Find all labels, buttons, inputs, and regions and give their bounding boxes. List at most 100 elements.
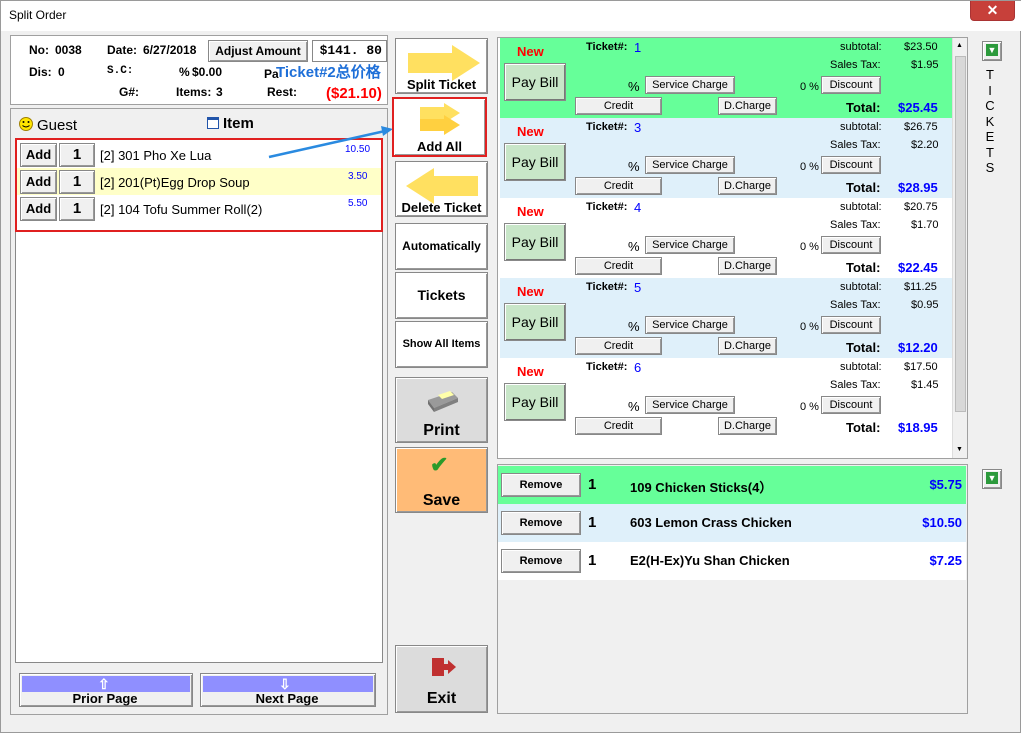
service-charge-button[interactable]: Service Charge xyxy=(645,316,735,334)
items-expand-button[interactable]: ▼ xyxy=(982,469,1002,489)
service-charge-button[interactable]: Service Charge xyxy=(645,76,735,94)
tickets-side-letter: T xyxy=(986,67,994,82)
delete-ticket-button[interactable]: Delete Ticket xyxy=(395,161,488,217)
pay-bill-button[interactable]: Pay Bill xyxy=(504,223,566,261)
total-label: Total: xyxy=(846,340,881,355)
credit-button[interactable]: Credit xyxy=(575,97,662,115)
ticket-number: 5 xyxy=(634,280,642,295)
ticket-card[interactable]: New Ticket#: 6 subtotal: $17.50 Sales Ta… xyxy=(500,358,952,438)
ticket-item-row[interactable]: Remove 1 603 Lemon Crass Chicken $10.50 xyxy=(498,504,966,542)
discount-button[interactable]: Discount xyxy=(821,236,881,254)
remove-button[interactable]: Remove xyxy=(501,511,581,535)
ticket-card[interactable]: New Ticket#: 5 subtotal: $11.25 Sales Ta… xyxy=(500,278,952,358)
dis-label: Dis: xyxy=(29,65,52,79)
tickets-button[interactable]: Tickets xyxy=(395,272,488,319)
tab-guest-label: Guest xyxy=(37,117,78,134)
guest-item-panel: Guest Item Add 1 [2] 301 Pho Xe Lua 10.5… xyxy=(10,108,388,715)
new-badge: New xyxy=(517,44,544,59)
service-charge-button[interactable]: Service Charge xyxy=(645,396,735,414)
new-badge: New xyxy=(517,204,544,219)
total-value: $28.95 xyxy=(898,180,938,195)
scroll-thumb[interactable] xyxy=(955,56,966,412)
pay-bill-button[interactable]: Pay Bill xyxy=(504,63,566,101)
sc-pct-label: % xyxy=(628,239,640,254)
ticket-card[interactable]: New Ticket#: 3 subtotal: $26.75 Sales Ta… xyxy=(500,118,952,198)
ticket-label: Ticket#: xyxy=(586,121,628,133)
dis-value: 0 xyxy=(58,65,65,79)
order-date: 6/27/2018 xyxy=(143,43,197,57)
print-label: Print xyxy=(423,422,460,439)
dcharge-button[interactable]: D.Charge xyxy=(718,417,777,435)
prior-page-button[interactable]: ⇧ Prior Page xyxy=(19,673,193,707)
discount-pct-label: 0 % xyxy=(800,81,819,93)
tax-value: $1.95 xyxy=(911,59,939,71)
add-all-label: Add All xyxy=(416,139,462,154)
order-amount: $141. 80 xyxy=(312,40,387,62)
tax-label: Sales Tax: xyxy=(830,219,881,231)
item-qty: 1 xyxy=(588,476,597,493)
items-count: 3 xyxy=(216,85,223,99)
credit-button[interactable]: Credit xyxy=(575,417,662,435)
print-button[interactable]: Print xyxy=(395,377,488,443)
tax-value: $0.95 xyxy=(911,299,939,311)
credit-button[interactable]: Credit xyxy=(575,257,662,275)
pay-bill-button[interactable]: Pay Bill xyxy=(504,383,566,421)
remove-button[interactable]: Remove xyxy=(501,549,581,573)
exit-button[interactable]: Exit xyxy=(395,645,488,713)
sc-pct-label: % xyxy=(628,159,640,174)
exit-label: Exit xyxy=(426,690,457,707)
discount-pct-label: 0 % xyxy=(800,401,819,413)
tickets-expand-button[interactable]: ▼ xyxy=(982,41,1002,61)
show-all-items-button[interactable]: Show All Items xyxy=(395,321,488,368)
item-price: $7.25 xyxy=(929,553,962,568)
item-name: 109 Chicken Sticks(4） xyxy=(630,480,773,495)
ticket-card[interactable]: New Ticket#: 1 subtotal: $23.50 Sales Ta… xyxy=(500,38,952,118)
sc-pct-label: % xyxy=(628,79,640,94)
subtotal-value: $17.50 xyxy=(904,361,938,373)
ticket-label: Ticket#: xyxy=(586,41,628,53)
dcharge-button[interactable]: D.Charge xyxy=(718,337,777,355)
service-charge-button[interactable]: Service Charge xyxy=(645,236,735,254)
discount-pct-label: 0 % xyxy=(800,241,819,253)
dcharge-button[interactable]: D.Charge xyxy=(718,177,777,195)
adjust-amount-button[interactable]: Adjust Amount xyxy=(208,40,308,62)
tickets-scrollbar[interactable]: ▲ ▼ xyxy=(952,38,967,458)
service-charge-button[interactable]: Service Charge xyxy=(645,156,735,174)
tab-item-label: Item xyxy=(223,115,254,132)
window-icon xyxy=(207,117,219,129)
ticket-item-row[interactable]: Remove 1 E2(H-Ex)Yu Shan Chicken $7.25 xyxy=(498,542,966,580)
date-label: Date: xyxy=(107,43,138,57)
add-all-button[interactable]: Add All xyxy=(392,97,487,157)
discount-pct-label: 0 % xyxy=(800,161,819,173)
tickets-side-letter: T xyxy=(986,144,994,160)
split-ticket-button[interactable]: Split Ticket xyxy=(395,38,488,94)
next-page-button[interactable]: ⇩ Next Page xyxy=(200,673,376,707)
discount-button[interactable]: Discount xyxy=(821,316,881,334)
total-value: $22.45 xyxy=(898,260,938,275)
dcharge-button[interactable]: D.Charge xyxy=(718,97,777,115)
remove-button[interactable]: Remove xyxy=(501,473,581,497)
item-qty: 1 xyxy=(588,514,597,531)
tab-guest[interactable]: Guest xyxy=(15,112,195,134)
ticket-item-row[interactable]: Remove 1 109 Chicken Sticks(4） $5.75 xyxy=(498,466,966,504)
credit-button[interactable]: Credit xyxy=(575,337,662,355)
pay-bill-button[interactable]: Pay Bill xyxy=(504,143,566,181)
credit-button[interactable]: Credit xyxy=(575,177,662,195)
pay-bill-button[interactable]: Pay Bill xyxy=(504,303,566,341)
automatically-button[interactable]: Automatically xyxy=(395,223,488,270)
new-badge: New xyxy=(517,124,544,139)
ticket-number: 6 xyxy=(634,360,642,375)
ticket-card[interactable]: New Ticket#: 4 subtotal: $20.75 Sales Ta… xyxy=(500,198,952,278)
dcharge-button[interactable]: D.Charge xyxy=(718,257,777,275)
ticket-label: Ticket#: xyxy=(586,281,628,293)
discount-button[interactable]: Discount xyxy=(821,76,881,94)
save-button[interactable]: ✔ Save xyxy=(395,447,488,513)
checkmark-icon: ✔ xyxy=(430,452,449,477)
discount-button[interactable]: Discount xyxy=(821,396,881,414)
close-icon[interactable]: ✕ xyxy=(970,1,1015,21)
item-price: $5.75 xyxy=(929,477,962,492)
ticket-label: Ticket#: xyxy=(586,361,628,373)
discount-button[interactable]: Discount xyxy=(821,156,881,174)
scroll-up-icon: ▲ xyxy=(956,42,963,49)
next-page-label: Next Page xyxy=(255,691,319,706)
